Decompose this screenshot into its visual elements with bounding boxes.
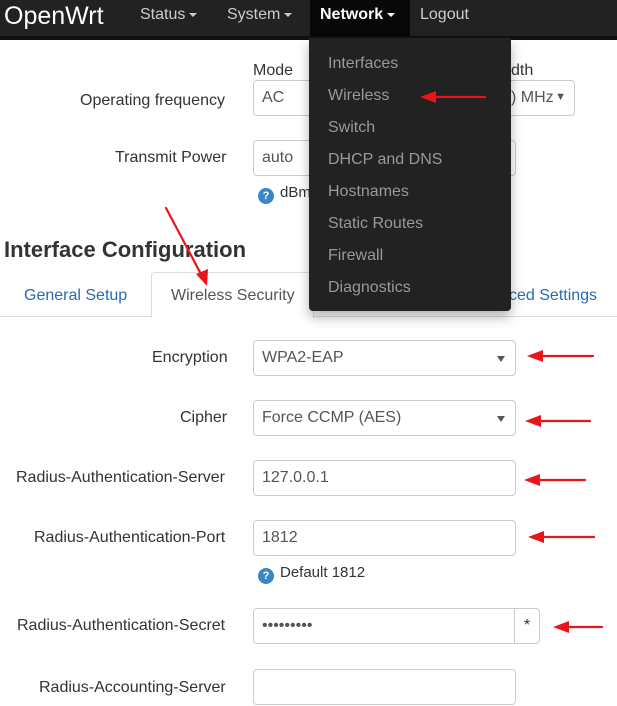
radius-auth-port-label: Radius-Authentication-Port: [34, 529, 226, 546]
arrow-secret-icon: [553, 621, 604, 633]
transmit-power-help: ? dBm: [258, 184, 311, 204]
cipher-select[interactable]: Force CCMP (AES): [253, 400, 516, 436]
radius-auth-port-input[interactable]: 1812: [253, 520, 516, 556]
top-navbar: OpenWrt Status System Network Logout: [0, 0, 617, 40]
help-icon: ?: [258, 568, 274, 584]
caret-down-icon: [284, 12, 293, 17]
menu-item-diagnostics[interactable]: Diagnostics: [328, 279, 411, 297]
tab-advanced-settings[interactable]: ced Settings: [509, 287, 597, 305]
radius-auth-secret-input[interactable]: •••••••••: [253, 608, 515, 644]
transmit-power-label: Transmit Power: [115, 149, 227, 166]
brand-logo[interactable]: OpenWrt: [4, 2, 104, 31]
menu-item-static-routes[interactable]: Static Routes: [328, 215, 423, 233]
menu-item-interfaces[interactable]: Interfaces: [328, 55, 398, 73]
tab-wireless-security[interactable]: Wireless Security: [151, 272, 314, 318]
encryption-select[interactable]: WPA2-EAP: [253, 340, 516, 376]
operating-frequency-label: Operating frequency: [80, 92, 225, 109]
nav-network[interactable]: Network: [320, 6, 396, 24]
width-column-header: dth: [511, 62, 534, 79]
menu-item-dhcp-dns[interactable]: DHCP and DNS: [328, 151, 442, 169]
arrow-cipher-icon: [525, 415, 592, 427]
tab-general-setup[interactable]: General Setup: [24, 287, 127, 305]
nav-system[interactable]: System: [227, 6, 293, 24]
chevron-down-icon: [497, 416, 505, 422]
radius-acct-server-label: Radius-Accounting-Server: [39, 679, 226, 696]
arrow-port-icon: [528, 531, 596, 543]
mode-column-header: Mode: [253, 62, 294, 79]
menu-item-hostnames[interactable]: Hostnames: [328, 183, 409, 201]
interface-configuration-heading: Interface Configuration: [4, 237, 247, 262]
encryption-label: Encryption: [152, 349, 228, 366]
menu-item-switch[interactable]: Switch: [328, 119, 375, 137]
menu-item-wireless[interactable]: Wireless: [328, 87, 389, 105]
radius-acct-server-input[interactable]: [253, 669, 516, 705]
radius-auth-port-help: ? Default 1812: [258, 564, 365, 584]
arrow-server-icon: [524, 474, 587, 486]
caret-down-icon: [387, 12, 396, 17]
nav-logout[interactable]: Logout: [420, 6, 469, 24]
radius-auth-secret-label: Radius-Authentication-Secret: [17, 617, 226, 634]
menu-item-firewall[interactable]: Firewall: [328, 247, 383, 265]
reveal-password-button[interactable]: *: [514, 608, 540, 644]
help-icon: ?: [258, 188, 274, 204]
cipher-label: Cipher: [180, 409, 228, 426]
radius-auth-server-input[interactable]: 127.0.0.1: [253, 460, 516, 496]
nav-status[interactable]: Status: [140, 6, 198, 24]
radius-auth-server-label: Radius-Authentication-Server: [16, 469, 225, 486]
caret-down-icon: [189, 12, 198, 17]
chevron-down-icon: [497, 356, 505, 362]
arrow-encryption-icon: [527, 350, 595, 362]
network-dropdown-menu: Interfaces Wireless Switch DHCP and DNS …: [309, 38, 511, 311]
